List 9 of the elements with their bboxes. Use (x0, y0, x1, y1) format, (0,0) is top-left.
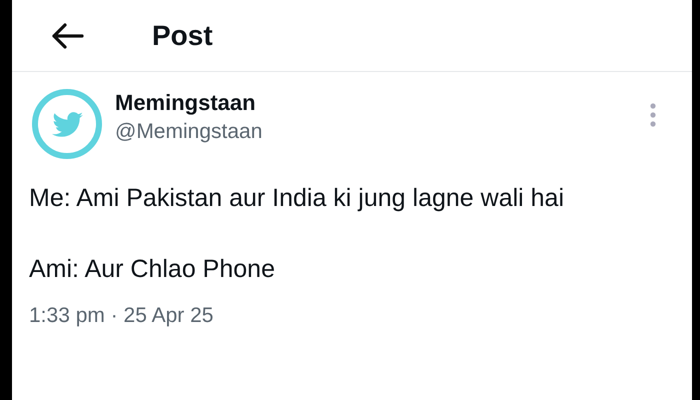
more-options-icon[interactable] (650, 103, 656, 127)
author-name[interactable]: Memingstaan (115, 90, 638, 116)
author-handle[interactable]: @Memingstaan (115, 120, 638, 144)
back-arrow-icon[interactable] (50, 22, 84, 50)
page-title: Post (152, 20, 213, 52)
post-timestamp: 1:33 pm · 25 Apr 25 (29, 304, 214, 327)
avatar-icon[interactable] (31, 88, 103, 160)
post-text: Ami: Aur Chlao Phone (29, 254, 276, 285)
post-text: Me: Ami Pakistan aur India ki jung lagne wali hai (29, 183, 566, 214)
